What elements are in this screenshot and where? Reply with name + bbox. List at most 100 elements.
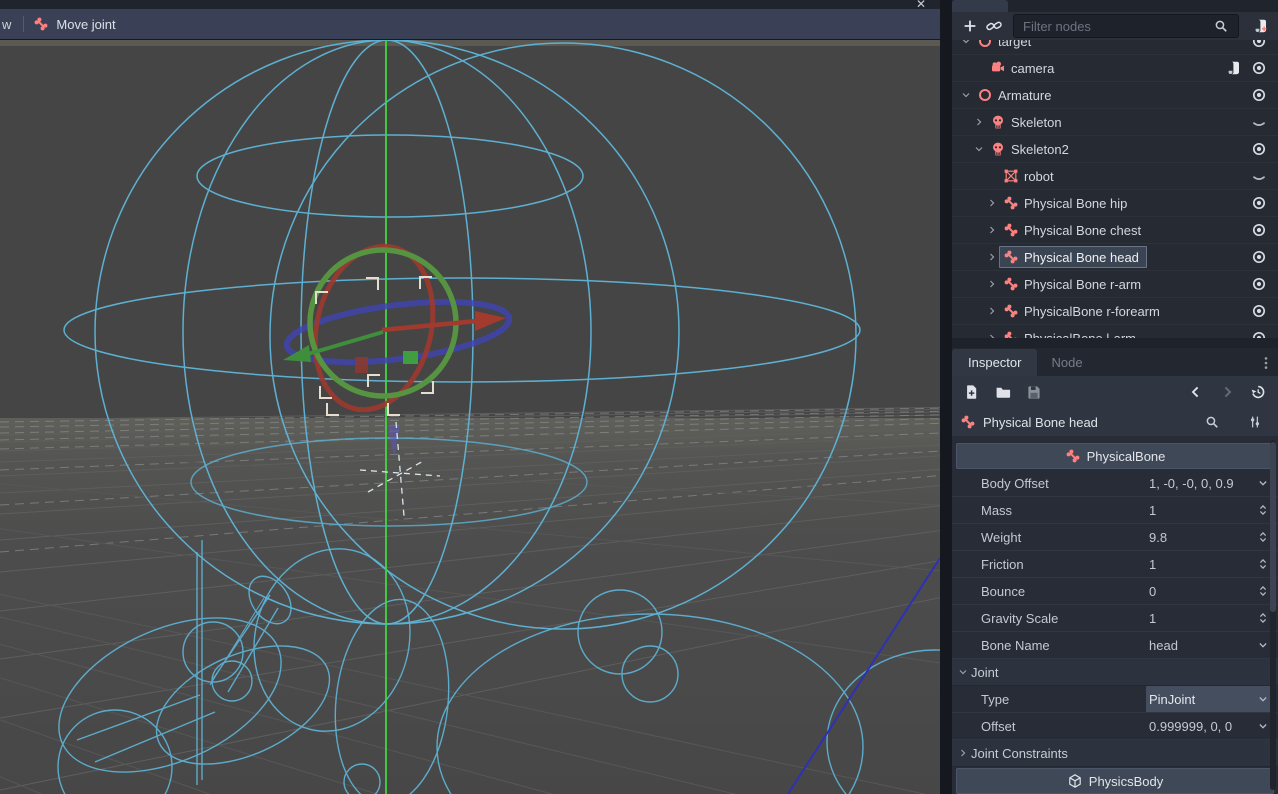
property-value-text: 1, -0, -0, 0, 0.9 (1146, 476, 1254, 491)
tree-item-physical-bone-head[interactable]: Physical Bone head (952, 244, 1278, 271)
viewport-canvas[interactable] (0, 40, 940, 794)
property-type: TypePinJoint (952, 686, 1278, 713)
tree-item-physicalbone-r-forearm[interactable]: PhysicalBone r-forearm (952, 298, 1278, 325)
tree-item-physical-bone-r-arm[interactable]: Physical Bone r-arm (952, 271, 1278, 298)
bone-icon (1003, 249, 1019, 265)
property-label: Offset (952, 719, 1015, 734)
tree-item-physical-bone-hip[interactable]: Physical Bone hip (952, 190, 1278, 217)
tree-item-label: Armature (998, 88, 1051, 103)
visibility-on-icon[interactable] (1246, 303, 1272, 319)
tree-item-content: Physical Bone r-arm (999, 273, 1149, 295)
tree-item-content: Skeleton (986, 111, 1070, 133)
tree-item-camera[interactable]: camera (952, 55, 1278, 82)
inspector-properties: PhysicalBone Body Offset 1, -0, -0, 0, 0.9… (952, 436, 1278, 794)
property-value-body-offset[interactable]: 1, -0, -0, 0, 0.9 (1146, 470, 1272, 496)
edit-history-icon[interactable] (1247, 384, 1269, 400)
expander-open-icon[interactable] (971, 143, 986, 155)
scene-tree-list: target camera Armature Skeleton Skeleton2 rob… (952, 40, 1278, 338)
property-value-type[interactable]: PinJoint (1146, 686, 1272, 712)
category-physicalbone[interactable]: PhysicalBone (956, 443, 1274, 469)
tree-item-content: PhysicalBone r-forearm (999, 300, 1168, 322)
tree-item-armature[interactable]: Armature (952, 82, 1278, 109)
tab-node-label: Node (1051, 355, 1082, 370)
tree-item-target[interactable]: target (952, 40, 1278, 55)
viewport-top-strip: ✕ (0, 0, 940, 9)
property-label: Bone Name (952, 638, 1050, 653)
tree-item-label: Skeleton2 (1011, 142, 1069, 157)
visibility-on-icon[interactable] (1246, 87, 1272, 103)
godot-editor: ✕ w Move joint (0, 0, 1278, 794)
inspector-options-icon[interactable] (1248, 415, 1262, 429)
property-value-text: 0.999999, 0, 0 (1146, 719, 1254, 734)
property-value-bone-name[interactable]: head (1146, 632, 1272, 658)
property-label: Gravity Scale (952, 611, 1058, 626)
inspector-scrollbar[interactable] (1270, 440, 1276, 790)
tree-item-label: robot (1024, 169, 1054, 184)
filter-properties-icon[interactable] (1205, 415, 1219, 429)
panel-divider[interactable] (952, 338, 1278, 348)
tree-item-physicalbone-l-arm[interactable]: PhysicalBone l-arm (952, 325, 1278, 338)
expander-closed-icon[interactable] (984, 305, 999, 317)
expander-open-icon[interactable] (955, 666, 971, 678)
load-resource-icon[interactable] (992, 384, 1014, 400)
category-physicsbody[interactable]: PhysicsBody (956, 768, 1274, 794)
expander-closed-icon[interactable] (955, 747, 971, 759)
property-value-bounce[interactable]: 0 (1146, 578, 1272, 604)
group-joint-constraints[interactable]: Joint Constraints (952, 740, 1278, 767)
filter-nodes-input[interactable] (1014, 19, 1209, 34)
tab-inspector[interactable]: Inspector (952, 349, 1037, 376)
property-bone-name: Bone Name head (952, 632, 1278, 659)
attach-script-icon[interactable] (1249, 18, 1273, 34)
instance-link-icon[interactable] (982, 18, 1006, 34)
property-value-text: 1 (1146, 557, 1254, 572)
view-menu-partial[interactable]: w (2, 17, 11, 32)
expander-closed-icon[interactable] (984, 278, 999, 290)
visibility-off-icon[interactable] (1246, 168, 1272, 184)
property-offset: Offset 0.999999, 0, 0 (952, 713, 1278, 740)
tree-item-robot[interactable]: robot (952, 163, 1278, 190)
visibility-off-icon[interactable] (1246, 114, 1272, 130)
visibility-on-icon[interactable] (1246, 60, 1272, 76)
dock-menu-icon[interactable] (1258, 355, 1274, 371)
category-label: PhysicsBody (1089, 774, 1163, 789)
history-back-icon[interactable] (1185, 384, 1207, 400)
expander-closed-icon[interactable] (984, 224, 999, 236)
save-resource-icon[interactable] (1023, 384, 1045, 400)
expander-closed-icon[interactable] (971, 116, 986, 128)
property-value-gravity-scale[interactable]: 1 (1146, 605, 1272, 631)
visibility-on-icon[interactable] (1246, 249, 1272, 265)
3d-viewport[interactable]: ✕ w Move joint (0, 0, 940, 794)
group-label: Joint (971, 665, 998, 680)
scene-dock-tab[interactable] (952, 0, 1008, 12)
tree-item-skeleton2[interactable]: Skeleton2 (952, 136, 1278, 163)
visibility-on-icon[interactable] (1246, 222, 1272, 238)
tree-item-skeleton[interactable]: Skeleton (952, 109, 1278, 136)
visibility-on-icon[interactable] (1246, 141, 1272, 157)
tree-item-content: PhysicalBone l-arm (999, 327, 1144, 338)
script-icon[interactable] (1222, 60, 1246, 76)
expander-closed-icon[interactable] (984, 197, 999, 209)
toolbar-separator (23, 16, 24, 32)
property-label: Body Offset (952, 476, 1049, 491)
visibility-on-icon[interactable] (1246, 330, 1272, 338)
history-forward-icon (1216, 384, 1238, 400)
bone-icon (1003, 195, 1019, 211)
visibility-on-icon[interactable] (1246, 276, 1272, 292)
inspector-toolbar (952, 376, 1278, 408)
add-node-icon[interactable] (958, 18, 982, 34)
expander-closed-icon[interactable] (984, 251, 999, 263)
tab-node[interactable]: Node (1037, 349, 1096, 376)
visibility-on-icon[interactable] (1246, 195, 1272, 211)
property-value-offset[interactable]: 0.999999, 0, 0 (1146, 713, 1272, 739)
property-value-weight[interactable]: 9.8 (1146, 524, 1272, 550)
expander-open-icon[interactable] (958, 89, 973, 101)
tree-item-content: camera (986, 57, 1062, 79)
property-value-mass[interactable]: 1 (1146, 497, 1272, 523)
property-body-offset: Body Offset 1, -0, -0, 0, 0.9 (952, 470, 1278, 497)
tree-item-physical-bone-chest[interactable]: Physical Bone chest (952, 217, 1278, 244)
new-resource-icon[interactable] (961, 384, 983, 400)
property-value-friction[interactable]: 1 (1146, 551, 1272, 577)
group-joint[interactable]: Joint (952, 659, 1278, 686)
visibility-on-icon[interactable] (1246, 40, 1272, 49)
expander-open-icon[interactable] (958, 40, 973, 47)
